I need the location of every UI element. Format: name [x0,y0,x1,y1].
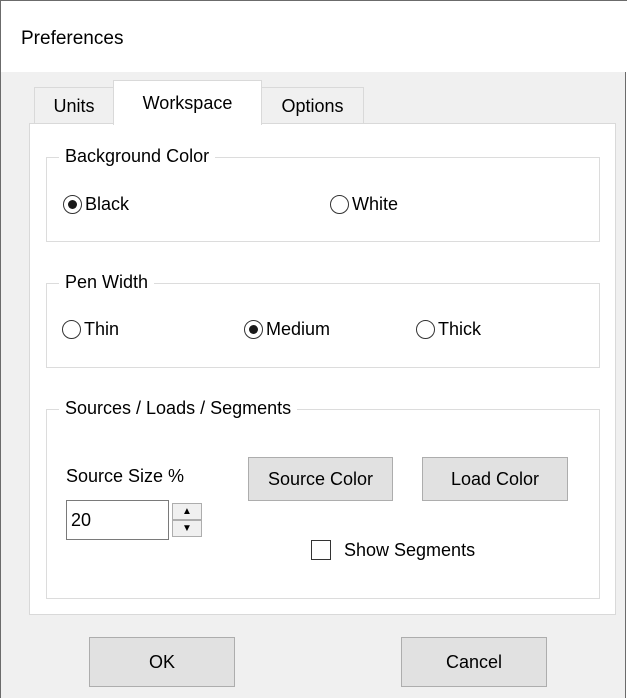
window-title: Preferences [21,28,124,49]
tab-workspace-label: Workspace [142,93,233,113]
radio-medium[interactable]: Medium [244,319,330,340]
sources-legend: Sources / Loads / Segments [59,398,298,419]
preferences-dialog: Preferences Units Workspace Options Back… [0,0,627,698]
title-bar: Preferences [1,0,627,72]
radio-black[interactable]: Black [63,194,129,215]
radio-medium-label: Medium [266,319,331,339]
background-color-group [46,157,600,242]
triangle-down-icon: ▼ [182,523,192,534]
radio-white-label: White [352,194,399,214]
tab-options-label: Options [281,96,344,116]
load-color-button[interactable]: Load Color [422,457,568,501]
radio-black-indicator [63,195,82,214]
spin-up-button[interactable]: ▲ [172,503,202,520]
triangle-up-icon: ▲ [182,506,192,517]
source-color-button[interactable]: Source Color [248,457,393,501]
radio-white[interactable]: White [330,194,398,215]
pen-width-legend: Pen Width [59,272,155,293]
show-segments-label[interactable]: Show Segments [344,540,475,561]
cancel-button-label: Cancel [445,652,503,672]
radio-thin[interactable]: Thin [62,319,119,340]
ok-button-label: OK [148,652,175,672]
load-color-label: Load Color [450,469,540,489]
radio-thin-indicator [62,320,81,339]
source-color-label: Source Color [267,469,374,489]
source-size-value: 20 [71,510,92,530]
tab-units-label: Units [53,96,95,116]
ok-button[interactable]: OK [89,637,235,687]
source-size-label: Source Size % [66,466,185,486]
show-segments-checkbox[interactable] [311,540,331,560]
radio-medium-indicator [244,320,263,339]
tab-workspace[interactable]: Workspace [113,80,262,125]
tab-options[interactable]: Options [261,87,364,124]
radio-thick-label: Thick [438,319,482,339]
spin-down-button[interactable]: ▼ [172,520,202,537]
radio-thick[interactable]: Thick [416,319,481,340]
background-color-legend: Background Color [59,146,216,167]
radio-thick-indicator [416,320,435,339]
source-size-input[interactable]: 20 [66,500,169,540]
radio-white-indicator [330,195,349,214]
tab-units[interactable]: Units [34,87,114,124]
radio-black-label: Black [85,194,130,214]
cancel-button[interactable]: Cancel [401,637,547,687]
radio-thin-label: Thin [84,319,120,339]
